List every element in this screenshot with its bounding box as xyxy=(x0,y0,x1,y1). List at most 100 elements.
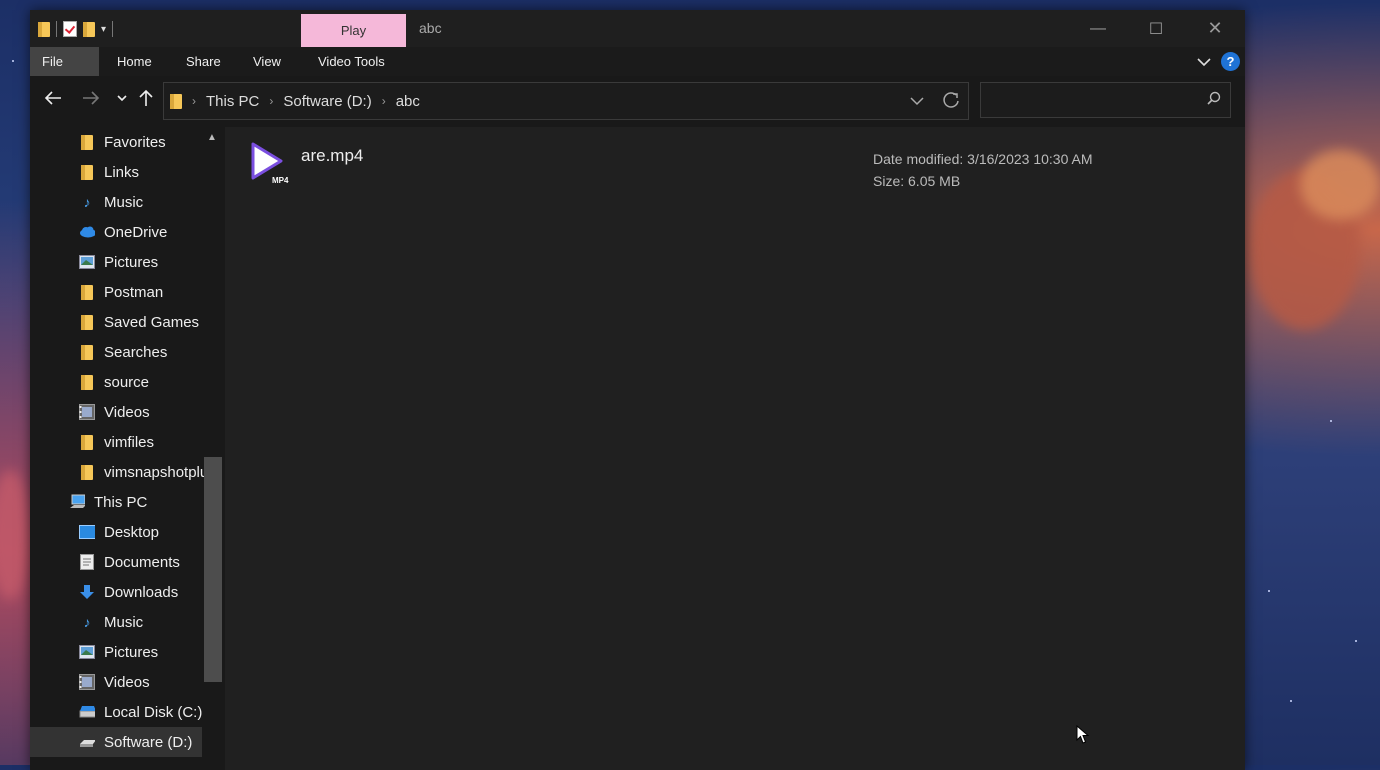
desktop-icon xyxy=(79,524,95,540)
sidebar-scroll-thumb[interactable] xyxy=(204,457,222,682)
search-input[interactable] xyxy=(980,82,1231,118)
breadcrumb-abc[interactable]: abc xyxy=(396,93,420,110)
arrow-left-icon xyxy=(44,91,61,105)
recent-locations-button[interactable] xyxy=(116,89,128,112)
file-size: Size: 6.05 MB xyxy=(873,173,961,189)
customize-toolbar-icon[interactable]: ▾ xyxy=(101,24,106,35)
contextual-tab-play[interactable]: Play xyxy=(301,14,406,47)
documents-icon xyxy=(79,554,95,570)
file-name[interactable]: are.mp4 xyxy=(301,146,363,166)
saved-games-icon xyxy=(79,314,95,330)
sidebar-item-software-d[interactable]: Software (D:) xyxy=(30,727,202,757)
sidebar-item-label: Local Disk (C:) xyxy=(104,703,203,721)
sidebar-item-vimfiles[interactable]: vimfiles xyxy=(79,427,154,457)
forward-button[interactable] xyxy=(82,89,100,112)
sidebar-item-label: This PC xyxy=(94,493,148,511)
file-details: Date modified: 3/16/2023 10:30 AM Size: … xyxy=(873,148,1092,192)
mouse-cursor-icon xyxy=(1076,725,1090,744)
videos-icon xyxy=(79,674,95,690)
mp4-label: MP4 xyxy=(272,176,289,185)
refresh-icon[interactable] xyxy=(942,91,960,109)
maximize-button[interactable]: ☐ xyxy=(1127,10,1185,47)
date-modified: Date modified: 3/16/2023 10:30 AM xyxy=(873,151,1093,167)
navigation-bar: › This PC › Software (D:) › abc xyxy=(30,76,1245,125)
window-title: abc xyxy=(419,20,442,36)
sidebar-item-this-pc[interactable]: This PC xyxy=(69,487,147,517)
folder-icon[interactable] xyxy=(38,21,50,37)
sidebar-item-label: Postman xyxy=(104,283,164,301)
toolbar-separator xyxy=(56,21,57,37)
list-item[interactable]: MP4 xyxy=(245,139,291,185)
pictures-icon xyxy=(79,254,95,270)
tab-video-tools[interactable]: Video Tools xyxy=(306,47,397,76)
sidebar-item-music[interactable]: ♪ Music xyxy=(79,187,144,217)
sidebar-item-links[interactable]: Links xyxy=(79,157,139,187)
chevron-right-icon[interactable]: › xyxy=(192,94,196,108)
sidebar-item-label: Music xyxy=(104,613,144,631)
sidebar-item-label: Documents xyxy=(104,553,180,571)
chevron-down-icon[interactable] xyxy=(1197,57,1211,67)
file-explorer-window: ▾ Play abc — ☐ ✕ File Home Share View Vi… xyxy=(30,10,1245,770)
sidebar-item-label: Software (D:) xyxy=(104,733,193,751)
sidebar-item-videos-pc[interactable]: Videos xyxy=(79,667,150,697)
sidebar-item-local-disk-c[interactable]: Local Disk (C:) xyxy=(79,697,202,727)
breadcrumb-software-d[interactable]: Software (D:) xyxy=(283,93,371,110)
folder-icon xyxy=(79,464,95,480)
searches-icon xyxy=(79,344,95,360)
sidebar-item-label: Videos xyxy=(104,673,150,691)
chevron-right-icon[interactable]: › xyxy=(269,94,273,108)
tab-home[interactable]: Home xyxy=(105,47,164,76)
address-bar[interactable]: › This PC › Software (D:) › abc xyxy=(163,82,969,120)
new-folder-icon[interactable] xyxy=(83,21,95,37)
sidebar-item-favorites[interactable]: Favorites xyxy=(79,127,166,157)
sidebar-item-pictures[interactable]: Pictures xyxy=(79,247,158,277)
sidebar-item-vimsnapshotplu[interactable]: vimsnapshotplu xyxy=(79,457,208,487)
sidebar-item-searches[interactable]: Searches xyxy=(79,337,167,367)
sidebar-item-label: vimfiles xyxy=(104,433,155,451)
breadcrumb-this-pc[interactable]: This PC xyxy=(206,93,259,110)
sidebar-item-label: Favorites xyxy=(104,133,166,151)
sidebar-item-label: Videos xyxy=(104,403,150,421)
sidebar-item-label: source xyxy=(104,373,150,391)
search-icon[interactable] xyxy=(1207,91,1221,105)
sidebar-item-label: vimsnapshotplu xyxy=(104,463,209,481)
sidebar-item-label: Desktop xyxy=(104,523,160,541)
sidebar-item-source[interactable]: source xyxy=(79,367,149,397)
back-button[interactable] xyxy=(44,89,62,112)
up-button[interactable] xyxy=(138,89,154,112)
arrow-up-icon xyxy=(139,89,153,106)
close-button[interactable]: ✕ xyxy=(1186,10,1244,47)
folder-link-icon xyxy=(79,164,95,180)
minimize-button[interactable]: — xyxy=(1069,10,1127,47)
file-list-pane: MP4 are.mp4 Date modified: 3/16/2023 10:… xyxy=(225,127,1245,770)
sidebar-item-pictures-pc[interactable]: Pictures xyxy=(79,637,158,667)
toolbar-separator xyxy=(112,21,114,37)
sidebar-item-videos[interactable]: Videos xyxy=(79,397,150,427)
sidebar-item-desktop[interactable]: Desktop xyxy=(79,517,159,547)
folder-icon xyxy=(79,284,95,300)
chevron-up-icon[interactable]: ▲ xyxy=(207,132,217,143)
music-note-icon: ♪ xyxy=(83,194,91,210)
tab-share[interactable]: Share xyxy=(174,47,233,76)
pictures-icon xyxy=(79,644,95,660)
navigation-pane: Favorites Links ♪ Music OneDrive Picture… xyxy=(30,127,225,770)
drive-icon xyxy=(79,734,95,750)
tab-file[interactable]: File xyxy=(30,47,99,76)
chevron-down-icon[interactable] xyxy=(910,91,924,109)
sidebar-item-label: Pictures xyxy=(104,643,159,661)
sidebar-item-label: Music xyxy=(104,193,144,211)
help-icon[interactable]: ? xyxy=(1221,52,1240,71)
sidebar-item-onedrive[interactable]: OneDrive xyxy=(79,217,167,247)
tab-view[interactable]: View xyxy=(241,47,293,76)
videos-icon xyxy=(79,404,95,420)
sidebar-item-saved-games[interactable]: Saved Games xyxy=(79,307,199,337)
properties-icon[interactable] xyxy=(63,21,77,37)
address-actions xyxy=(910,91,960,109)
sidebar-item-documents[interactable]: Documents xyxy=(79,547,180,577)
sidebar-item-music-pc[interactable]: ♪ Music xyxy=(79,607,144,637)
sidebar-item-label: Downloads xyxy=(104,583,179,601)
chevron-right-icon[interactable]: › xyxy=(382,94,386,108)
sidebar-item-downloads[interactable]: Downloads xyxy=(79,577,178,607)
sidebar-item-postman[interactable]: Postman xyxy=(79,277,163,307)
drive-icon xyxy=(79,704,95,720)
